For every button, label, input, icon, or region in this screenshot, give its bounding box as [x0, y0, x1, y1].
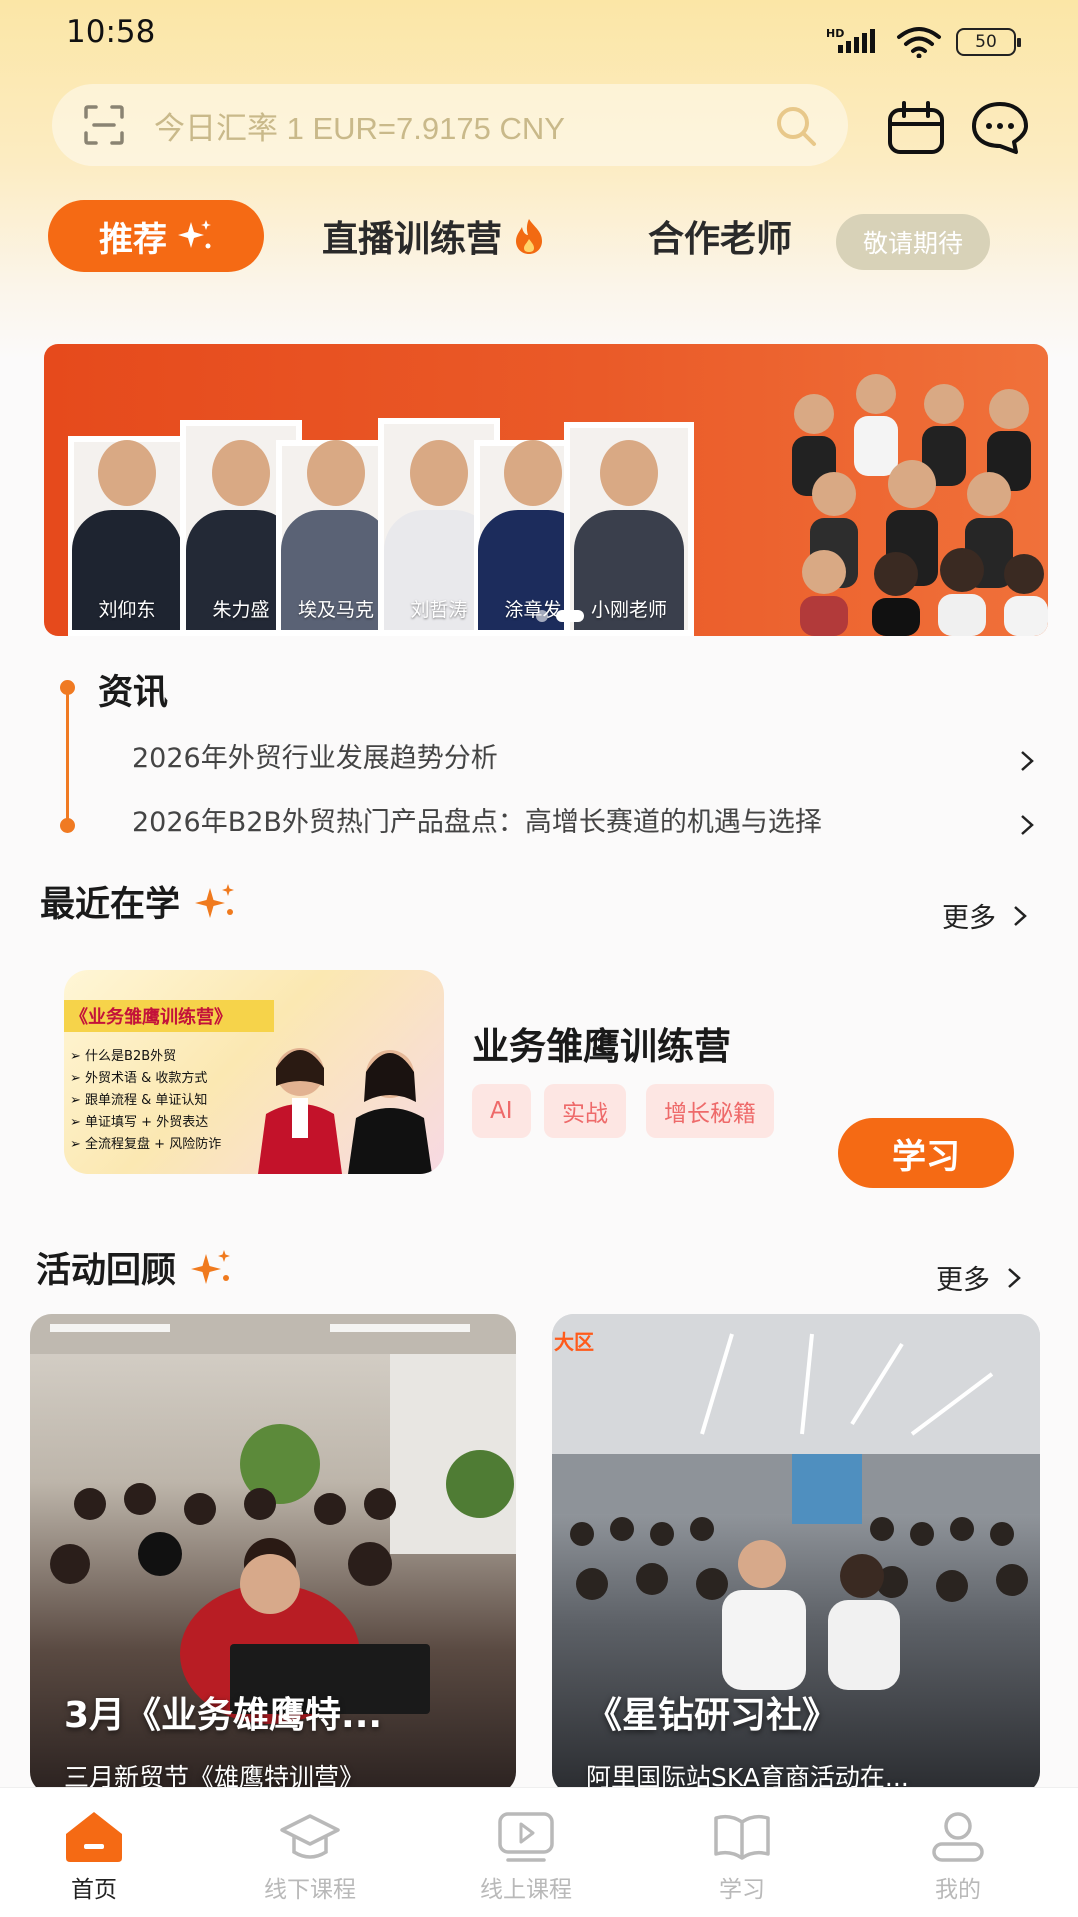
tab-teachers-label: 合作老师 [648, 219, 793, 260]
sparkle-icon [178, 220, 211, 249]
tab-live-camp-label: 直播训练营 [322, 219, 503, 260]
category-tabs: 推荐 直播训练营 合作老师 敬请期待 [0, 196, 1078, 276]
teacher-name: 刘仰东 [98, 599, 156, 621]
course-tag: AI [472, 1084, 531, 1138]
course-thumbnail[interactable]: 《业务雏鹰训练营》 ➢ 什么是B2B外贸 ➢ 外贸术语 & 收款方式 ➢ 跟单流… [64, 970, 444, 1174]
news-item[interactable]: 2026年外贸行业发展趋势分析 [132, 736, 498, 775]
thumbnail-bullets: ➢ 什么是B2B外贸 ➢ 外贸术语 & 收款方式 ➢ 跟单流程 & 单证认知 ➢… [70, 1049, 222, 1152]
sparkle-icon [191, 1249, 231, 1284]
teacher-name: 小刚老师 [590, 599, 667, 621]
chevron-right-icon [1014, 905, 1027, 926]
recent-section-title: 最近在学 [40, 876, 238, 927]
battery-icon: 50 [956, 28, 1021, 56]
timeline-dot [60, 680, 75, 695]
event-card[interactable]: 3月《业务雄鹰特... 三月新贸节《雄鹰特训营》 [30, 1314, 516, 1794]
nav-study[interactable]: 学习 [642, 1788, 842, 1917]
events-title-text: 活动回顾 [36, 1251, 177, 1291]
tab-recommend[interactable]: 推荐 [48, 200, 264, 272]
teacher-photo: 小刚老师 [564, 422, 694, 636]
events-more-link[interactable]: 更多 [936, 1258, 1024, 1297]
chevron-right-icon[interactable] [1016, 814, 1038, 836]
nav-study-label: 学习 [719, 1877, 765, 1903]
nav-home[interactable]: 首页 [0, 1788, 194, 1917]
chevron-right-icon [1008, 1267, 1021, 1288]
nav-mine-label: 我的 [935, 1877, 981, 1903]
promo-banner[interactable]: 刘仰东 朱力盛 埃及马克 刘哲涛 涂章发 小刚老师 [44, 344, 1048, 636]
status-bar: 10:58 HD 50 [0, 0, 1078, 75]
instructor-photo [258, 1048, 432, 1174]
event-corner-label: 大区 [554, 1330, 594, 1354]
teacher-group-photo [784, 344, 1048, 636]
recent-more-link[interactable]: 更多 [942, 896, 1030, 935]
calendar-icon[interactable] [886, 100, 946, 156]
bottom-nav: 首页 线下课程 线上课程 学习 我的 [0, 1787, 1078, 1917]
coming-soon-badge: 敬请期待 [836, 214, 990, 270]
tab-teachers[interactable]: 合作老师 [648, 210, 792, 262]
nav-offline-label: 线下课程 [264, 1877, 356, 1903]
wifi-icon [897, 27, 941, 58]
more-label: 更多 [942, 903, 996, 934]
nav-home-label: 首页 [71, 1877, 117, 1903]
status-time: 10:58 [66, 14, 156, 50]
search-bar[interactable]: 今日汇率 1 EUR=7.9175 CNY [52, 84, 848, 166]
nav-online-label: 线上课程 [480, 1877, 572, 1903]
book-icon [714, 1814, 770, 1860]
course-tag: 实战 [544, 1084, 626, 1138]
scan-icon[interactable] [82, 103, 126, 147]
event-title: 《星钻研习社》 [586, 1695, 839, 1736]
signal-icon: HD [826, 27, 882, 57]
search-placeholder[interactable]: 今日汇率 1 EUR=7.9175 CNY [154, 103, 565, 148]
learn-button[interactable]: 学习 [838, 1118, 1014, 1188]
video-play-icon [498, 1812, 554, 1862]
news-timeline [66, 686, 69, 826]
battery-level: 50 [975, 32, 997, 52]
teacher-name: 埃及马克 [297, 599, 374, 621]
news-item[interactable]: 2026年B2B外贸热门产品盘点：高增长赛道的机遇与选择 [132, 800, 822, 839]
events-section-title: 活动回顾 [36, 1242, 234, 1293]
teacher-photo: 刘仰东 [68, 436, 186, 636]
nav-offline-courses[interactable]: 线下课程 [210, 1788, 410, 1917]
thumbnail-title: 《业务雏鹰训练营》 [64, 1000, 274, 1032]
course-name[interactable]: 业务雏鹰训练营 [472, 1016, 731, 1070]
timeline-dot [60, 818, 75, 833]
fire-icon [516, 219, 543, 254]
nav-mine[interactable]: 我的 [858, 1788, 1058, 1917]
event-title: 3月《业务雄鹰特... [64, 1695, 383, 1736]
user-icon [932, 1812, 984, 1862]
graduation-cap-icon [280, 1814, 340, 1859]
message-icon[interactable] [970, 100, 1030, 156]
home-icon [66, 1812, 122, 1862]
nav-online-courses[interactable]: 线上课程 [426, 1788, 626, 1917]
banner-page-dot[interactable] [536, 610, 548, 622]
chevron-right-icon[interactable] [1016, 750, 1038, 772]
more-label: 更多 [936, 1265, 990, 1296]
banner-page-dot-active[interactable] [556, 610, 584, 622]
status-icons: HD 50 [826, 26, 1021, 58]
tab-live-camp[interactable]: 直播训练营 [322, 210, 546, 262]
news-section: 资讯 2026年外贸行业发展趋势分析 2026年B2B外贸热门产品盘点：高增长赛… [0, 660, 1078, 840]
sparkle-icon [195, 883, 235, 918]
news-title: 资讯 [98, 673, 169, 713]
event-card[interactable]: 大区 《星钻研习社》 阿里国际站SKA育商活动在... [552, 1314, 1040, 1794]
tab-recommend-label: 推荐 [99, 219, 167, 260]
recent-title-text: 最近在学 [40, 885, 181, 925]
search-icon[interactable] [774, 104, 818, 148]
course-tag: 增长秘籍 [646, 1084, 774, 1138]
